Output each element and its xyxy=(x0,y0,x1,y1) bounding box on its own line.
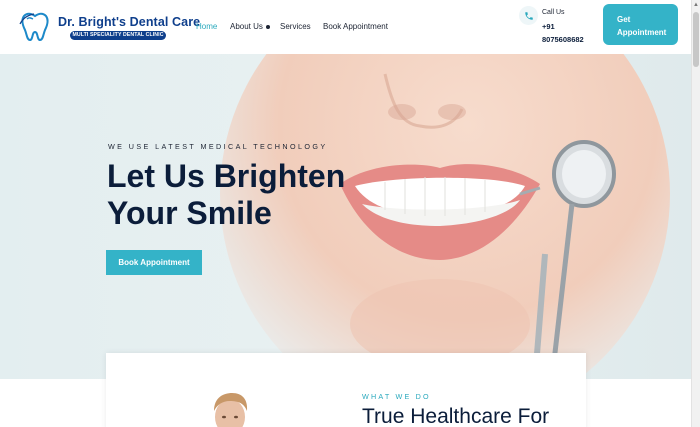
nav-book-appointment[interactable]: Book Appointment xyxy=(323,22,388,31)
phone-icon xyxy=(519,6,538,25)
hero-title-line1: Let Us Brighten xyxy=(107,158,346,194)
doctor-photo xyxy=(214,393,248,427)
nav-services[interactable]: Services xyxy=(280,22,311,31)
phone-country-code: +91 xyxy=(542,22,555,31)
scroll-thumb[interactable] xyxy=(693,12,699,67)
site-header: Dr. Bright's Dental Care MULTI SPECIALIT… xyxy=(0,0,691,54)
get-appointment-line2: Appointment xyxy=(617,28,667,37)
nav-about-us[interactable]: About Us xyxy=(230,22,270,31)
phone-number: 8075608682 xyxy=(542,35,584,44)
section-kicker: WHAT WE DO xyxy=(362,392,431,401)
what-we-do-card: WHAT WE DO True Healthcare For xyxy=(106,353,586,427)
section-title: True Healthcare For xyxy=(362,405,550,427)
brand-subtitle: MULTI SPECIALITY DENTAL CLINIC xyxy=(70,31,166,40)
nav-about-us-label: About Us xyxy=(230,22,263,31)
scroll-up-icon[interactable]: ▲ xyxy=(693,2,699,8)
nav-home[interactable]: Home xyxy=(196,22,217,31)
brand-logo[interactable]: Dr. Bright's Dental Care MULTI SPECIALIT… xyxy=(18,12,200,42)
get-appointment-button[interactable]: Get Appointment xyxy=(603,4,678,45)
dropdown-dot-icon xyxy=(265,24,270,29)
hero-kicker: WE USE LATEST MEDICAL TECHNOLOGY xyxy=(108,142,328,151)
tooth-logo-icon xyxy=(19,12,49,42)
hero-banner: WE USE LATEST MEDICAL TECHNOLOGY Let Us … xyxy=(0,54,691,379)
call-us-block[interactable]: Call Us +91 8075608682 xyxy=(519,6,599,46)
brand-title: Dr. Bright's Dental Care xyxy=(58,15,201,29)
get-appointment-line1: Get xyxy=(617,15,631,24)
hero-book-appointment-button[interactable]: Book Appointment xyxy=(106,250,202,275)
hero-title: Let Us Brighten Your Smile xyxy=(107,158,347,232)
call-us-label: Call Us xyxy=(542,9,565,16)
page-scrollbar[interactable]: ▲ xyxy=(691,0,700,427)
hero-title-line2: Your Smile xyxy=(107,195,272,231)
